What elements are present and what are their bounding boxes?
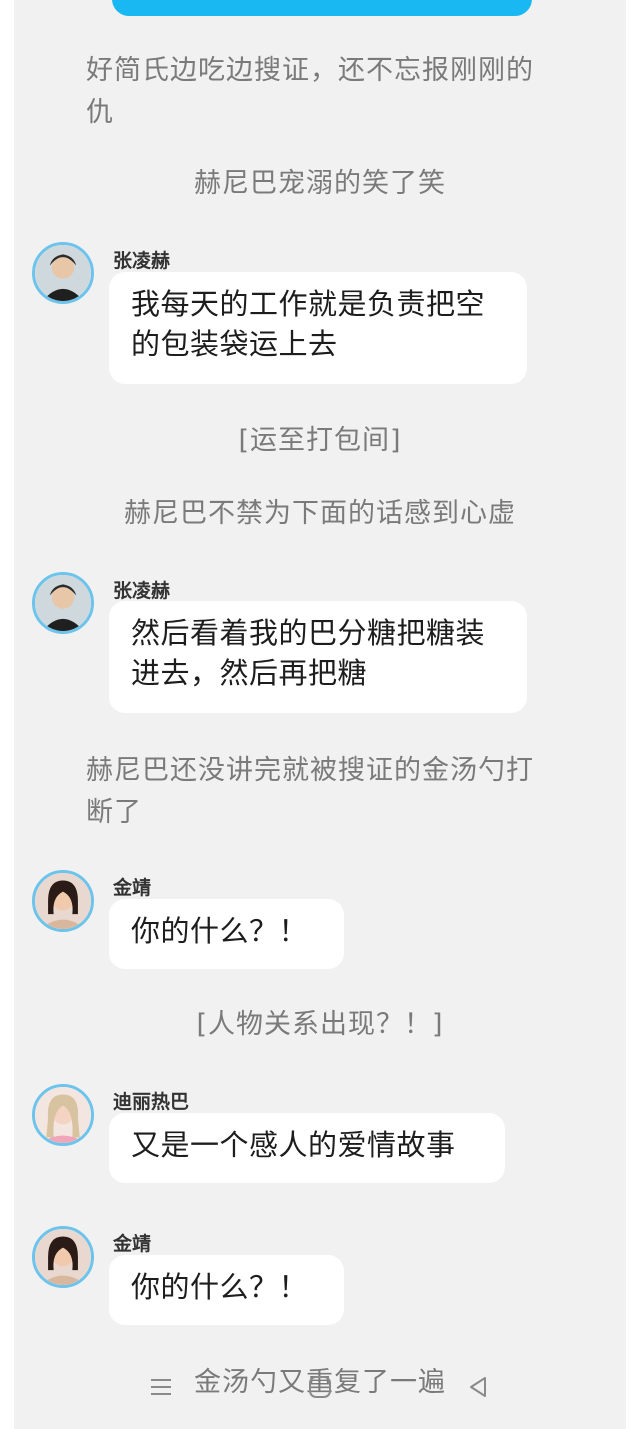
avatar-male-icon[interactable] [32, 242, 94, 304]
avatar-female-blonde-icon[interactable] [32, 1084, 94, 1146]
narration-text: 赫尼巴宠溺的笑了笑 [194, 168, 446, 199]
narration-text: 赫尼巴还没讲完就被搜证的金汤勺打断了 [86, 755, 534, 828]
narration-text: [人物关系出现？！] [196, 1009, 444, 1040]
top-action-bar[interactable] [112, 0, 532, 16]
message-bubble[interactable]: 你的什么？！ [109, 899, 344, 969]
narration-text: [运至打包间] [238, 425, 402, 456]
message-bubble[interactable]: 你的什么？！ [109, 1255, 344, 1325]
sender-name: 迪丽热巴 [113, 1091, 190, 1113]
avatar-male-icon[interactable] [32, 572, 94, 634]
back-icon[interactable] [463, 1372, 493, 1402]
message-bubble[interactable]: 我每天的工作就是负责把空的包装袋运上去 [109, 272, 527, 384]
home-icon[interactable] [305, 1372, 335, 1402]
narration-text: 赫尼巴不禁为下面的话感到心虚 [124, 498, 516, 529]
narration-text: 好简氏边吃边搜证，还不忘报刚刚的仇 [86, 55, 534, 128]
menu-icon[interactable] [146, 1372, 176, 1402]
message-bubble[interactable]: 又是一个感人的爱情故事 [109, 1113, 505, 1183]
avatar-female-icon[interactable] [32, 1226, 94, 1288]
sender-name: 张凌赫 [113, 580, 171, 602]
message-bubble[interactable]: 然后看着我的巴分糖把糖装进去，然后再把糖 [109, 601, 527, 713]
sender-name: 金靖 [113, 1233, 152, 1255]
sender-name: 张凌赫 [113, 250, 171, 272]
chat-panel [14, 0, 626, 1429]
sender-name: 金靖 [113, 877, 152, 899]
system-nav-bar [0, 1362, 640, 1412]
avatar-female-icon[interactable] [32, 870, 94, 932]
